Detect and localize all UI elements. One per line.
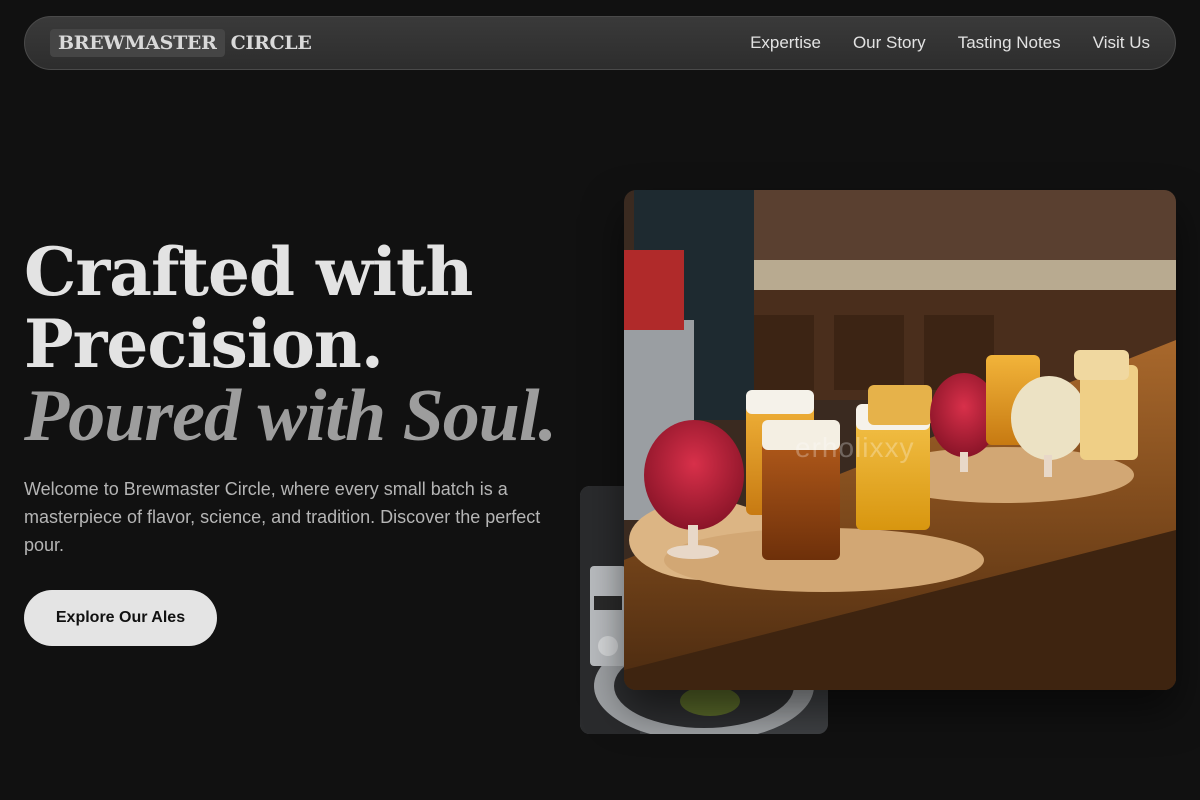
image-watermark: erholixxy xyxy=(795,432,915,463)
explore-ales-button[interactable]: Explore Our Ales xyxy=(24,590,217,646)
brand-word-primary: BREWMASTER xyxy=(50,29,225,57)
brand-logo[interactable]: BREWMASTER CIRCLE xyxy=(50,29,312,57)
top-navbar: BREWMASTER CIRCLE Expertise Our Story Ta… xyxy=(24,16,1176,70)
hero-title-line-2: Precision. xyxy=(24,305,384,383)
hero-description: Welcome to Brewmaster Circle, where ever… xyxy=(24,479,541,555)
nav-links: Expertise Our Story Tasting Notes Visit … xyxy=(750,33,1150,53)
nav-link-visit-us[interactable]: Visit Us xyxy=(1093,33,1150,53)
nav-link-our-story[interactable]: Our Story xyxy=(853,33,926,53)
hero-title-line-1: Crafted with xyxy=(24,233,473,311)
hero-title: Crafted with Precision. Poured with Soul… xyxy=(24,233,557,457)
nav-link-tasting-notes[interactable]: Tasting Notes xyxy=(958,33,1061,53)
hero-title-line-3: Poured with Soul. xyxy=(24,375,557,457)
brand-word-secondary: CIRCLE xyxy=(230,32,312,54)
page: BREWMASTER CIRCLE Expertise Our Story Ta… xyxy=(0,0,1200,800)
nav-link-expertise[interactable]: Expertise xyxy=(750,33,821,53)
